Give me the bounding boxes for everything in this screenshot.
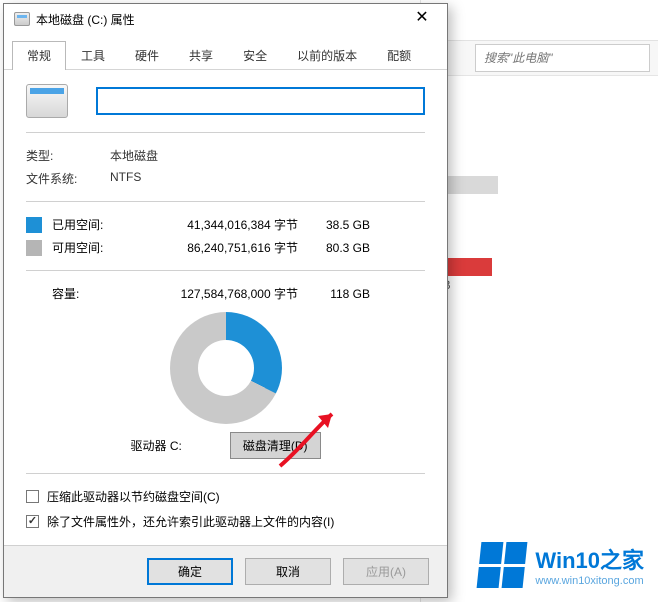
divider [26,201,425,202]
drive-large-icon [26,84,68,118]
tab-general[interactable]: 常规 [12,41,66,70]
divider [26,270,425,271]
index-label: 除了文件属性外，还允许索引此驱动器上文件的内容(I) [47,513,334,530]
drive-label: 驱动器 C: [130,437,181,454]
tab-previous[interactable]: 以前的版本 [282,41,372,70]
disk-cleanup-button[interactable]: 磁盘清理(D) [230,432,321,459]
capacity-gb: 118 GB [298,287,370,301]
watermark-url: www.win10xitong.com [535,575,644,587]
watermark-title: Win10之家 [535,543,644,575]
search-box[interactable] [475,44,650,72]
tab-bar: 常规 工具 硬件 共享 安全 以前的版本 配额 [4,34,447,70]
ok-button[interactable]: 确定 [147,558,233,585]
tab-tools[interactable]: 工具 [66,41,120,70]
divider [26,132,425,133]
cancel-button[interactable]: 取消 [245,558,331,585]
tab-hardware[interactable]: 硬件 [120,41,174,70]
capacity-label: 容量: [52,285,144,302]
window-title: 本地磁盘 (C:) 属性 [36,11,401,28]
free-gb: 80.3 GB [298,241,370,255]
drive-name-input[interactable] [96,87,425,115]
explorer-background [420,0,658,602]
compress-label: 压缩此驱动器以节约磁盘空间(C) [47,488,220,505]
compress-checkbox[interactable] [26,490,39,503]
free-bytes: 86,240,751,616 字节 [144,239,298,256]
search-input[interactable] [476,45,649,71]
titlebar: 本地磁盘 (C:) 属性 ✕ [4,4,447,34]
windows-flag-icon [477,542,528,588]
capacity-bytes: 127,584,768,000 字节 [144,285,298,302]
close-button[interactable]: ✕ [401,5,443,33]
used-swatch [26,217,42,233]
filesystem-value: NTFS [110,170,141,187]
watermark: Win10之家 www.win10xitong.com [479,542,644,588]
used-bytes: 41,344,016,384 字节 [144,216,298,233]
free-swatch [26,240,42,256]
divider [26,473,425,474]
tab-quota[interactable]: 配额 [372,41,426,70]
type-value: 本地磁盘 [110,147,158,164]
tab-sharing[interactable]: 共享 [174,41,228,70]
free-label: 可用空间: [52,239,144,256]
type-label: 类型: [26,147,110,164]
used-label: 已用空间: [52,216,144,233]
apply-button[interactable]: 应用(A) [343,558,429,585]
tab-security[interactable]: 安全 [228,41,282,70]
index-checkbox[interactable] [26,515,39,528]
drive-icon [14,12,30,26]
dialog-button-bar: 确定 取消 应用(A) [4,545,447,597]
usage-donut-chart [170,312,282,424]
filesystem-label: 文件系统: [26,170,110,187]
used-gb: 38.5 GB [298,218,370,232]
properties-dialog: 本地磁盘 (C:) 属性 ✕ 常规 工具 硬件 共享 安全 以前的版本 配额 类… [3,3,448,598]
tab-content-general: 类型: 本地磁盘 文件系统: NTFS 已用空间: 41,344,016,384… [4,70,447,545]
